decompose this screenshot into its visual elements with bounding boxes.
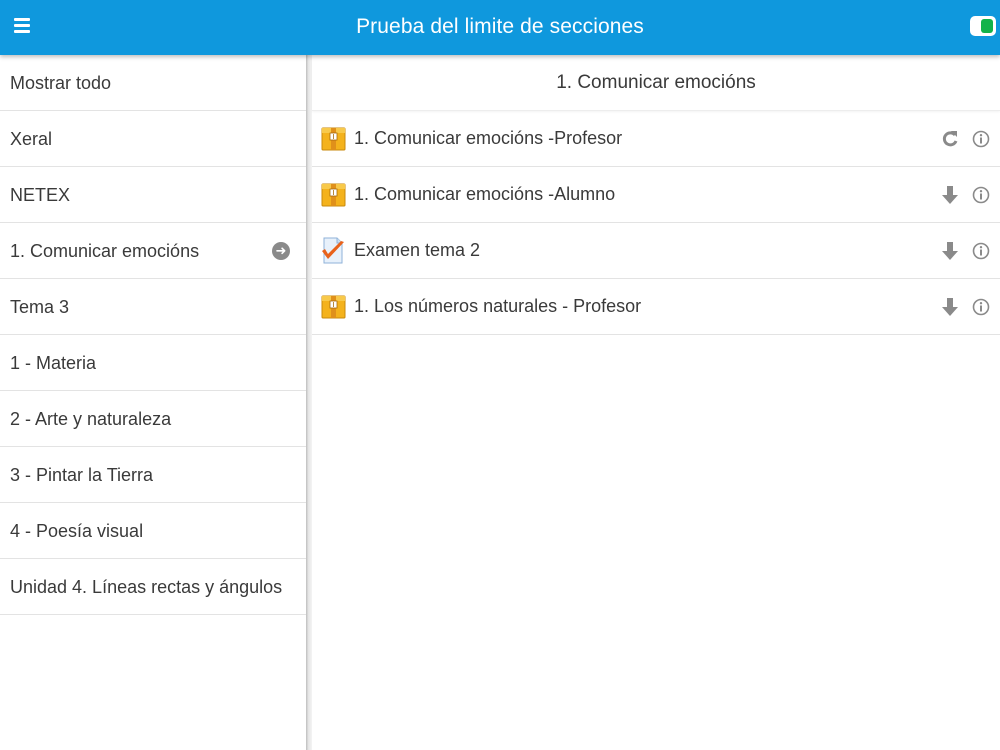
toggle-icon[interactable]	[970, 16, 996, 36]
module-label: 1. Comunicar emocións -Alumno	[354, 184, 616, 204]
sidebar-item-poesia-visual[interactable]: 4 - Poesía visual	[0, 503, 306, 559]
page-title: Prueba del limite de secciones	[356, 15, 644, 38]
info-icon[interactable]	[972, 242, 990, 260]
sidebar-item-tema-3[interactable]: Tema 3	[0, 279, 306, 335]
info-icon[interactable]	[972, 298, 990, 316]
arrow-right-circle-icon: ➜	[272, 242, 290, 260]
download-icon[interactable]	[940, 296, 960, 318]
info-icon[interactable]	[972, 130, 990, 148]
package-icon	[321, 183, 346, 207]
toggle-knob	[981, 19, 993, 33]
module-row[interactable]: 1. Comunicar emocións -Profesor	[312, 111, 1000, 167]
section-title: 1. Comunicar emocións	[312, 55, 1000, 111]
top-app-bar: Prueba del limite de secciones	[0, 0, 1000, 55]
sidebar-item-xeral[interactable]: Xeral	[0, 111, 306, 167]
package-icon	[321, 127, 346, 151]
sidebar-item-materia[interactable]: 1 - Materia	[0, 335, 306, 391]
module-label: 1. Los números naturales - Profesor	[354, 296, 642, 316]
sidebar-item-arte-naturaleza[interactable]: 2 - Arte y naturaleza	[0, 391, 306, 447]
sidebar-item-label: 2 - Arte y naturaleza	[10, 409, 172, 429]
sidebar-item-label: 1. Comunicar emocións	[10, 241, 200, 261]
sidebar-item-label: Unidad 4. Líneas rectas y ángulos	[10, 577, 283, 597]
download-icon[interactable]	[940, 184, 960, 206]
sidebar-item-label: NETEX	[10, 185, 71, 205]
hamburger-menu-icon[interactable]	[10, 11, 36, 41]
sidebar-item-label: 4 - Poesía visual	[10, 521, 144, 541]
download-icon[interactable]	[940, 240, 960, 262]
sidebar-item-label: Xeral	[10, 129, 53, 149]
sidebar-item-label: Tema 3	[10, 297, 70, 317]
sidebar-item-label: 3 - Pintar la Tierra	[10, 465, 154, 485]
module-row[interactable]: 1. Los números naturales - Profesor	[312, 279, 1000, 335]
package-icon	[321, 295, 346, 319]
sidebar-item-comunicar-emocions[interactable]: 1. Comunicar emocións ➜	[0, 223, 306, 279]
sidebar-item-label: 1 - Materia	[10, 353, 97, 373]
sidebar-item-pintar-tierra[interactable]: 3 - Pintar la Tierra	[0, 447, 306, 503]
module-row[interactable]: Examen tema 2	[312, 223, 1000, 279]
refresh-icon[interactable]	[940, 128, 960, 150]
section-content: 1. Comunicar emocións 1. Comunicar emoci…	[312, 55, 1000, 750]
sections-sidebar: Mostrar todo Xeral NETEX 1. Comunicar em…	[0, 55, 306, 750]
sidebar-item-netex[interactable]: NETEX	[0, 167, 306, 223]
sidebar-item-label: Mostrar todo	[10, 73, 112, 93]
module-label: 1. Comunicar emocións -Profesor	[354, 128, 623, 148]
info-icon[interactable]	[972, 186, 990, 204]
sidebar-item-unidad-4[interactable]: Unidad 4. Líneas rectas y ángulos	[0, 559, 306, 615]
quiz-icon	[322, 237, 344, 264]
module-label: Examen tema 2	[354, 240, 481, 260]
sidebar-item-show-all[interactable]: Mostrar todo	[0, 55, 306, 111]
module-row[interactable]: 1. Comunicar emocións -Alumno	[312, 167, 1000, 223]
